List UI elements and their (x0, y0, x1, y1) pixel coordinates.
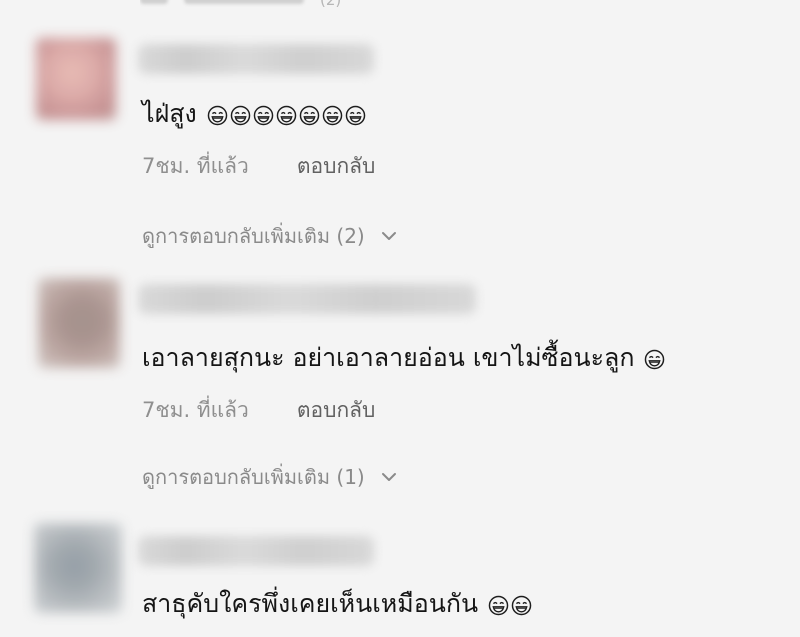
view-more-replies-button[interactable]: ดูการตอบกลับเพิ่มเติม (1) (142, 465, 399, 489)
comment-body: สาธุคับใครพึ่งเคยเห็นเหมือนกัน (142, 589, 479, 618)
chevron-down-icon (381, 473, 396, 481)
grinning-squint-face-icon (488, 595, 509, 615)
username-redacted[interactable] (138, 284, 476, 314)
grinning-squint-face-icon (207, 105, 227, 125)
username-redacted[interactable] (138, 44, 374, 74)
grinning-squint-face-icon (299, 105, 319, 125)
comment-body: เอาลายสุกนะ อย่าเอาลายอ่อน เขาไม่ซื้อนะล… (142, 343, 635, 372)
grinning-squint-face-icon (276, 105, 296, 125)
grinning-squint-face-icon (253, 105, 273, 125)
chevron-down-icon (381, 232, 396, 240)
comment-text: เอาลายสุกนะ อย่าเอาลายอ่อน เขาไม่ซื้อนะล… (142, 343, 665, 373)
reply-button[interactable]: ตอบกลับ (297, 398, 376, 422)
comment-text: สาธุคับใครพึ่งเคยเห็นเหมือนกัน (142, 589, 532, 619)
reply-button[interactable]: ตอบกลับ (297, 154, 376, 178)
comment-meta: 7ชม. ที่แล้ว ตอบกลับ (142, 154, 375, 178)
view-more-replies-button[interactable]: ดูการตอบกลับเพิ่มเติม (2) (142, 224, 399, 248)
top-cut-reply-row: (2) (140, 0, 430, 8)
username-redacted[interactable] (138, 536, 374, 566)
grinning-squint-face-icon (645, 349, 665, 369)
comment-time: 7ชม. ที่แล้ว (142, 398, 249, 422)
grinning-squint-face-icon (345, 105, 365, 125)
emoji-run (644, 349, 665, 370)
emoji-run (488, 595, 532, 616)
comment-meta: 7ชม. ที่แล้ว ตอบกลับ (142, 398, 375, 422)
grinning-squint-face-icon (511, 595, 532, 615)
comment-text: ไฝ่สูง (142, 99, 366, 129)
top-cut-count: (2) (320, 0, 341, 8)
grinning-squint-face-icon (322, 105, 342, 125)
view-more-replies-label: ดูการตอบกลับเพิ่มเติม (2) (142, 224, 365, 248)
comment-time: 7ชม. ที่แล้ว (142, 154, 249, 178)
avatar[interactable] (38, 278, 120, 368)
view-more-replies-label: ดูการตอบกลับเพิ่มเติม (1) (142, 465, 365, 489)
grinning-squint-face-icon (230, 105, 250, 125)
top-cut-time-blur (140, 0, 168, 4)
avatar[interactable] (34, 523, 122, 613)
avatar[interactable] (36, 38, 116, 120)
top-cut-label-blur (184, 0, 304, 4)
emoji-run (207, 105, 366, 126)
comment-body: ไฝ่สูง (142, 99, 197, 128)
